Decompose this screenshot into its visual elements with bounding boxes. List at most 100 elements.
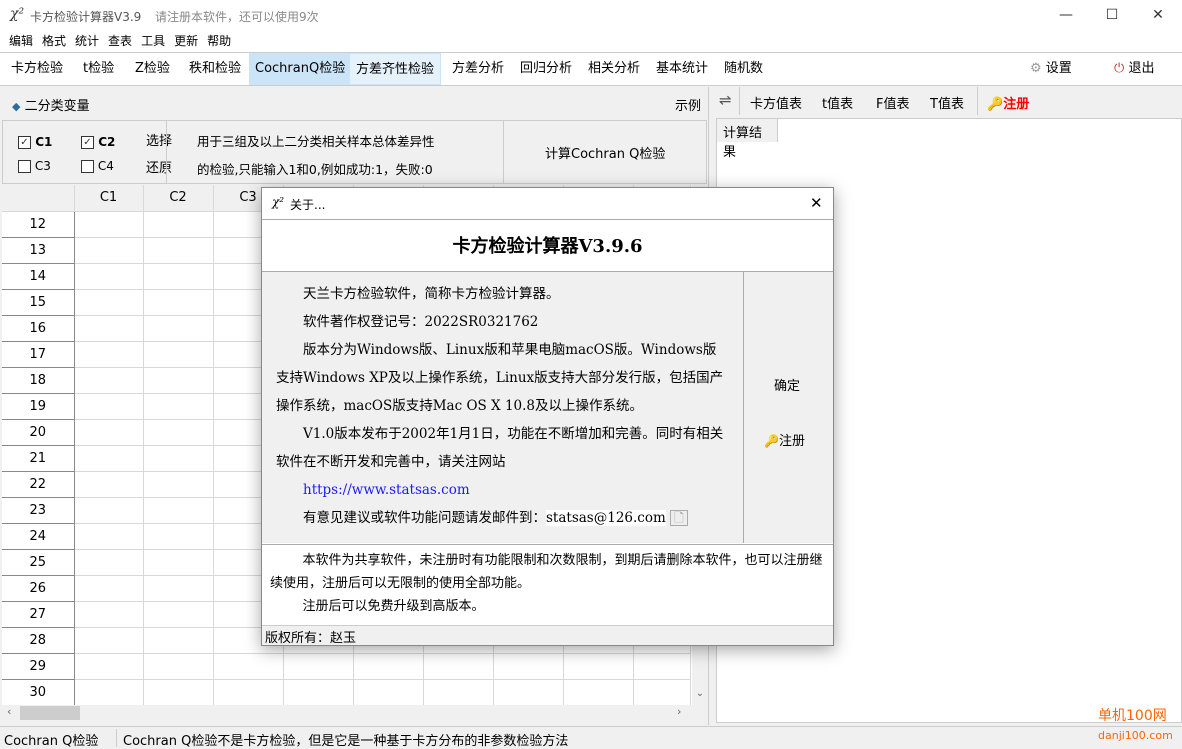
grid-cell[interactable] — [563, 653, 634, 680]
menu-help[interactable]: 帮助 — [207, 32, 231, 50]
tab-regression[interactable]: 回归分析 — [514, 53, 578, 85]
grid-cell[interactable] — [74, 679, 144, 705]
grid-cell[interactable] — [74, 237, 144, 264]
grid-cell[interactable] — [74, 549, 144, 576]
grid-cell[interactable] — [213, 679, 284, 705]
grid-cell[interactable] — [143, 263, 214, 290]
menu-lookup[interactable]: 查表 — [108, 32, 132, 50]
menu-edit[interactable]: 编辑 — [9, 32, 33, 50]
grid-cell[interactable] — [423, 679, 494, 705]
row-header[interactable]: 13 — [2, 237, 75, 264]
tab-correlation[interactable]: 相关分析 — [582, 53, 646, 85]
grid-cell[interactable] — [283, 679, 354, 705]
grid-cell[interactable] — [74, 341, 144, 368]
grid-cell[interactable] — [74, 263, 144, 290]
row-header[interactable]: 24 — [2, 523, 75, 550]
row-header[interactable]: 19 — [2, 393, 75, 420]
row-header[interactable]: 26 — [2, 575, 75, 602]
grid-cell[interactable] — [143, 471, 214, 498]
checkbox-c1[interactable]: ✓ C1 — [18, 135, 52, 149]
row-header[interactable]: 28 — [2, 627, 75, 654]
row-header[interactable]: 21 — [2, 445, 75, 472]
t-table-button[interactable]: t值表 — [822, 93, 853, 112]
grid-cell[interactable] — [143, 679, 214, 705]
checkbox-c2[interactable]: ✓ C2 — [81, 135, 115, 149]
row-header[interactable]: 27 — [2, 601, 75, 628]
tab-anova[interactable]: 方差分析 — [446, 53, 510, 85]
scroll-thumb[interactable] — [20, 706, 80, 720]
row-header[interactable]: 12 — [2, 211, 75, 238]
tab-variance-homogeneity[interactable]: 方差齐性检验 — [349, 53, 442, 85]
tab-random[interactable]: 随机数 — [718, 53, 769, 85]
website-link[interactable]: https://www.statsas.com — [276, 476, 729, 504]
row-header[interactable]: 25 — [2, 549, 75, 576]
grid-cell[interactable] — [143, 627, 214, 654]
maximize-button[interactable]: ☐ — [1089, 0, 1135, 32]
tab-chi-square[interactable]: 卡方检验 — [5, 53, 69, 85]
grid-cell[interactable] — [143, 367, 214, 394]
grid-cell[interactable] — [74, 523, 144, 550]
calculate-button[interactable]: 计算Cochran Q检验 — [545, 143, 665, 162]
grid-cell[interactable] — [143, 575, 214, 602]
grid-cell[interactable] — [633, 679, 691, 705]
grid-cell[interactable] — [74, 419, 144, 446]
grid-cell[interactable] — [74, 211, 144, 238]
close-button[interactable]: ✕ — [1135, 0, 1181, 32]
swap-icon[interactable]: ⇌ — [719, 91, 732, 109]
column-header[interactable]: C1 — [74, 185, 144, 212]
grid-cell[interactable] — [143, 315, 214, 342]
grid-cell[interactable] — [143, 393, 214, 420]
example-button[interactable]: 示例 — [675, 95, 701, 114]
grid-cell[interactable] — [563, 679, 634, 705]
grid-cell[interactable] — [74, 471, 144, 498]
grid-cell[interactable] — [74, 315, 144, 342]
grid-cell[interactable] — [143, 419, 214, 446]
tab-rank-sum[interactable]: 秩和检验 — [183, 53, 247, 85]
email-field[interactable]: statsas@126.com — [546, 510, 666, 526]
tab-z-test[interactable]: Z检验 — [129, 53, 176, 85]
copy-icon[interactable]: 🗋 — [670, 510, 688, 526]
grid-cell[interactable] — [143, 601, 214, 628]
grid-cell[interactable] — [74, 497, 144, 524]
grid-cell[interactable] — [74, 575, 144, 602]
row-header[interactable]: 14 — [2, 263, 75, 290]
row-header[interactable]: 23 — [2, 497, 75, 524]
menu-tools[interactable]: 工具 — [141, 32, 165, 50]
grid-cell[interactable] — [143, 497, 214, 524]
row-header[interactable]: 22 — [2, 471, 75, 498]
row-header[interactable]: 20 — [2, 419, 75, 446]
select-button[interactable]: 选择 — [146, 130, 172, 149]
horizontal-scrollbar[interactable]: ‹ › — [2, 705, 692, 721]
menu-format[interactable]: 格式 — [42, 32, 66, 50]
row-header[interactable]: 18 — [2, 367, 75, 394]
checkbox-c3[interactable]: C3 — [18, 159, 51, 173]
settings-button[interactable]: ⚙ 设置 — [1024, 53, 1078, 85]
tab-result[interactable]: 计算结果 — [716, 118, 778, 160]
dialog-close-button[interactable]: ✕ — [810, 194, 823, 212]
grid-cell[interactable] — [74, 653, 144, 680]
grid-corner[interactable] — [2, 185, 75, 212]
grid-cell[interactable] — [74, 445, 144, 472]
grid-cell[interactable] — [143, 653, 214, 680]
register-button[interactable]: 🔑注册 — [987, 93, 1029, 112]
grid-cell[interactable] — [283, 653, 354, 680]
row-header[interactable]: 29 — [2, 653, 75, 680]
grid-cell[interactable] — [353, 679, 424, 705]
ok-button[interactable]: 确定 — [774, 375, 800, 394]
T-table-button[interactable]: T值表 — [930, 93, 964, 112]
grid-cell[interactable] — [74, 367, 144, 394]
grid-cell[interactable] — [74, 627, 144, 654]
grid-cell[interactable] — [143, 445, 214, 472]
row-header[interactable]: 30 — [2, 679, 75, 705]
dialog-register-button[interactable]: 🔑注册 — [764, 430, 805, 449]
grid-cell[interactable] — [143, 289, 214, 316]
grid-cell[interactable] — [353, 653, 424, 680]
grid-cell[interactable] — [493, 679, 564, 705]
menu-stats[interactable]: 统计 — [75, 32, 99, 50]
grid-cell[interactable] — [74, 289, 144, 316]
tab-cochran-q[interactable]: CochranQ检验 — [249, 53, 352, 85]
grid-cell[interactable] — [493, 653, 564, 680]
minimize-button[interactable]: — — [1043, 0, 1089, 32]
grid-cell[interactable] — [74, 393, 144, 420]
grid-cell[interactable] — [423, 653, 494, 680]
